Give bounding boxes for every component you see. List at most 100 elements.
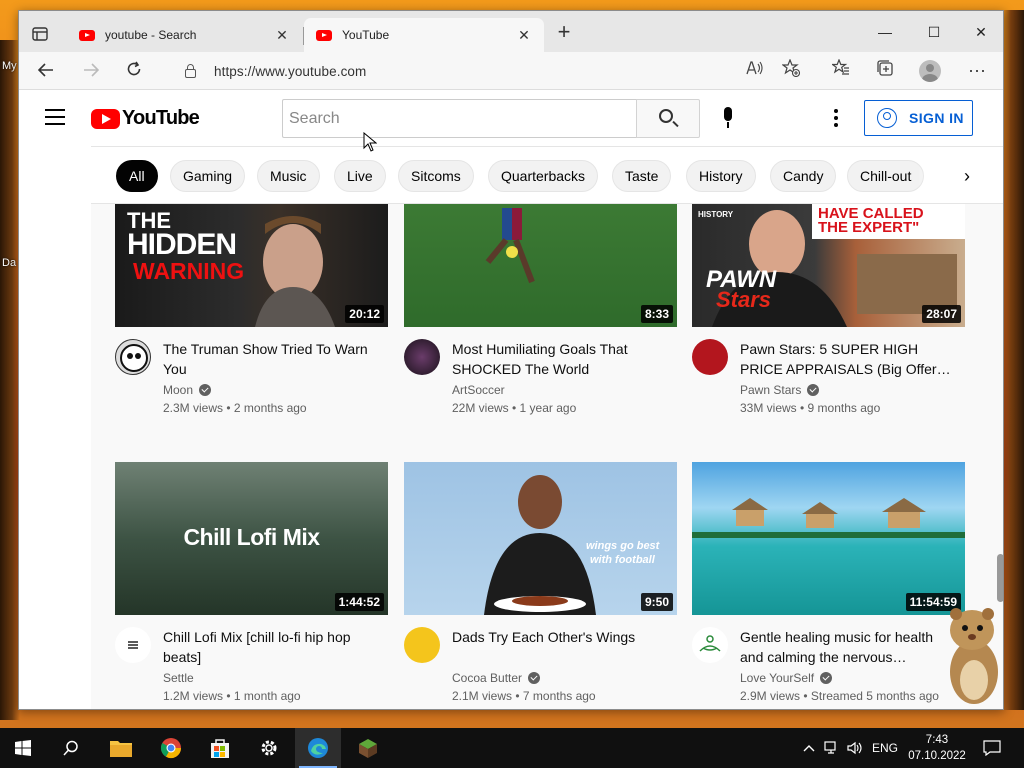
channel-name[interactable]: Cocoa Butter xyxy=(452,671,522,685)
video-thumbnail[interactable]: 8:33 xyxy=(404,204,677,327)
settings-menu-button[interactable]: ⋯ xyxy=(964,59,990,83)
channel-name-row[interactable]: Moon xyxy=(163,383,212,397)
search-button[interactable] xyxy=(636,99,700,138)
more-options-icon[interactable] xyxy=(831,109,841,127)
tab-actions-icon xyxy=(32,27,48,41)
channel-name-row[interactable]: Cocoa Butter xyxy=(452,671,541,685)
tab-close-icon[interactable]: ✕ xyxy=(516,27,532,44)
input-language[interactable]: ENG xyxy=(870,728,900,768)
video-title[interactable]: Dads Try Each Other's Wings xyxy=(452,627,672,647)
video-card[interactable]: Chill Lofi Mix 1:44:52 Chill Lofi Mix [c… xyxy=(115,462,388,705)
tab-youtube[interactable]: YouTube ✕ xyxy=(304,18,544,52)
channel-name[interactable]: Settle xyxy=(163,671,194,685)
system-clock[interactable]: 7:43 07.10.2022 xyxy=(902,732,972,764)
chip-gaming[interactable]: Gaming xyxy=(170,160,246,192)
thumbnail-text-line: with football xyxy=(590,554,655,566)
video-card[interactable]: HISTORY HAVE CALLED THE EXPERT" PAWN Sta… xyxy=(692,204,965,417)
soccer-thumbnail-art xyxy=(485,208,535,284)
channel-name[interactable]: Love YourSelf xyxy=(740,671,814,685)
collections-icon xyxy=(877,60,893,76)
channel-avatar[interactable] xyxy=(404,627,440,663)
desktop-icon-label-2[interactable]: Da xyxy=(2,257,16,269)
read-aloud-button[interactable] xyxy=(742,59,768,83)
chip-chill-out[interactable]: Chill-out xyxy=(847,160,925,192)
sign-in-button[interactable]: SIGN IN xyxy=(864,100,973,136)
tab-youtube-search[interactable]: youtube - Search ✕ xyxy=(67,18,302,52)
network-status[interactable] xyxy=(822,728,842,768)
chevron-right-icon[interactable]: › xyxy=(955,164,979,188)
store-button[interactable] xyxy=(197,728,243,768)
video-thumbnail[interactable]: THE HIDDEN WARNING 20:12 xyxy=(115,204,388,327)
collections-button[interactable] xyxy=(872,59,898,83)
search-input[interactable] xyxy=(289,109,637,128)
chip-live[interactable]: Live xyxy=(334,160,386,192)
microphone-icon[interactable] xyxy=(722,107,734,129)
video-thumbnail[interactable]: HISTORY HAVE CALLED THE EXPERT" PAWN Sta… xyxy=(692,204,965,327)
grass-block-icon xyxy=(359,739,377,758)
channel-avatar[interactable] xyxy=(692,339,728,375)
favorites-button[interactable] xyxy=(828,58,854,83)
youtube-logo[interactable]: YouTube xyxy=(91,107,200,130)
video-card[interactable]: THE HIDDEN WARNING 20:12 The Truman Show… xyxy=(115,204,388,417)
channel-name-row[interactable]: ArtSoccer xyxy=(452,383,505,397)
channel-name-row[interactable]: Settle xyxy=(163,671,194,685)
back-button[interactable] xyxy=(33,59,59,83)
channel-avatar[interactable] xyxy=(115,627,151,663)
channel-name-row[interactable]: Pawn Stars xyxy=(740,383,820,397)
chip-quarterbacks[interactable]: Quarterbacks xyxy=(488,160,599,192)
hamburger-menu-icon[interactable] xyxy=(45,109,65,125)
chip-history[interactable]: History xyxy=(686,160,756,192)
add-favorite-button[interactable] xyxy=(778,58,804,83)
video-thumbnail[interactable]: Chill Lofi Mix 1:44:52 xyxy=(115,462,388,615)
refresh-button[interactable] xyxy=(121,59,147,83)
video-title[interactable]: Chill Lofi Mix [chill lo-fi hip hop beat… xyxy=(163,627,383,667)
channel-name-row[interactable]: Love YourSelf xyxy=(740,671,833,685)
tab-actions-button[interactable] xyxy=(28,22,52,46)
chip-music[interactable]: Music xyxy=(257,160,320,192)
start-button[interactable] xyxy=(0,728,46,768)
forward-button[interactable] xyxy=(78,59,104,83)
chip-sitcoms[interactable]: Sitcoms xyxy=(398,160,474,192)
notifications-button[interactable] xyxy=(978,728,1006,768)
video-thumbnail[interactable]: 11:54:59 xyxy=(692,462,965,615)
channel-name[interactable]: ArtSoccer xyxy=(452,383,505,397)
video-card[interactable]: 11:54:59 Gentle healing music for health… xyxy=(692,462,965,705)
close-window-button[interactable]: ✕ xyxy=(958,19,1003,45)
video-stats: 22M views • 1 year ago xyxy=(452,401,577,415)
desktop-icon-label-1[interactable]: My xyxy=(2,60,17,72)
taskbar-search-button[interactable] xyxy=(48,728,94,768)
video-title[interactable]: Most Humiliating Goals That SHOCKED The … xyxy=(452,339,672,379)
profile-avatar[interactable] xyxy=(919,60,941,82)
video-title[interactable]: Gentle healing music for health and calm… xyxy=(740,627,960,667)
channel-name[interactable]: Moon xyxy=(163,383,193,397)
video-thumbnail[interactable]: wings go best with football 9:50 xyxy=(404,462,677,615)
url-field[interactable]: https://www.youtube.com xyxy=(169,57,589,85)
new-tab-button[interactable]: + xyxy=(553,21,575,44)
video-title[interactable]: The Truman Show Tried To Warn You xyxy=(163,339,383,379)
settings-button[interactable] xyxy=(246,728,292,768)
tab-close-icon[interactable]: ✕ xyxy=(274,27,290,44)
channel-avatar[interactable] xyxy=(115,339,151,375)
minimize-button[interactable]: — xyxy=(862,19,908,45)
chrome-button[interactable] xyxy=(148,728,194,768)
channel-name[interactable]: Pawn Stars xyxy=(740,383,801,397)
url-text[interactable]: https://www.youtube.com xyxy=(214,64,366,79)
channel-avatar[interactable] xyxy=(404,339,440,375)
volume-control[interactable] xyxy=(845,728,865,768)
lock-icon[interactable] xyxy=(185,63,196,78)
scrollbar-thumb[interactable] xyxy=(997,554,1003,602)
chip-all[interactable]: All xyxy=(116,160,158,192)
show-hidden-icons-button[interactable] xyxy=(800,728,818,768)
video-title[interactable]: Pawn Stars: 5 SUPER HIGH PRICE APPRAISAL… xyxy=(740,339,960,379)
minecraft-button[interactable] xyxy=(345,728,391,768)
edge-button[interactable] xyxy=(295,728,341,768)
video-card[interactable]: 8:33 Most Humiliating Goals That SHOCKED… xyxy=(404,204,677,417)
maximize-button[interactable]: ☐ xyxy=(911,19,957,45)
chip-candy[interactable]: Candy xyxy=(770,160,837,192)
channel-avatar[interactable] xyxy=(692,627,728,663)
video-card[interactable]: wings go best with football 9:50 Dads Tr… xyxy=(404,462,677,705)
hamster-desktop-pet[interactable] xyxy=(940,604,1002,708)
search-box[interactable] xyxy=(282,99,637,138)
file-explorer-button[interactable] xyxy=(98,728,144,768)
chip-taste[interactable]: Taste xyxy=(612,160,672,192)
